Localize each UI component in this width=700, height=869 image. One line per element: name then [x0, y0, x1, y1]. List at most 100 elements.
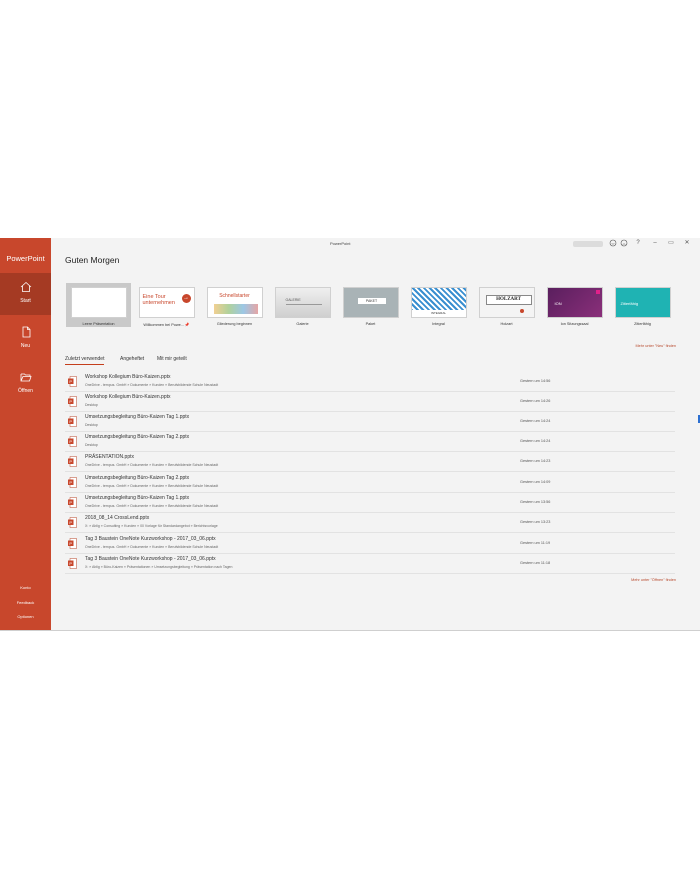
- account-name[interactable]: [573, 241, 603, 247]
- pptx-file-icon: P: [68, 416, 77, 427]
- template-thumbnail: GALERIE: [274, 287, 331, 318]
- frown-icon[interactable]: [620, 239, 628, 247]
- file-row[interactable]: P PRÄSENTATION.pptx OneDrive - tempus. G…: [65, 452, 675, 472]
- file-path: X: » Ablig » Consulting » Kunden » 00 Vo…: [85, 524, 218, 528]
- tab-pinned[interactable]: Angeheftet: [120, 356, 144, 362]
- template-zitierfahig[interactable]: Zitierfähig Zitierfähig: [610, 287, 675, 326]
- greeting: Guten Morgen: [65, 255, 120, 265]
- svg-text:P: P: [69, 561, 72, 566]
- file-row[interactable]: P Umsetzungsbegleitung Büro-Kaizen Tag 1…: [65, 493, 675, 513]
- svg-text:P: P: [69, 500, 72, 505]
- template-integral[interactable]: INTEGRAL Integral: [406, 287, 471, 326]
- svg-text:P: P: [69, 459, 72, 464]
- pptx-file-icon: P: [68, 456, 77, 467]
- pptx-file-icon: P: [68, 376, 77, 387]
- powerpoint-window: PowerPoint Start Neu Öffnen Konto Feedba…: [0, 238, 700, 631]
- file-name: Umsetzungsbegleitung Büro-Kaizen Tag 1.p…: [85, 414, 190, 420]
- sidebar: PowerPoint Start Neu Öffnen Konto Feedba…: [0, 238, 51, 630]
- template-label: Ion Sitzungssaal: [560, 322, 589, 326]
- pptx-file-icon: P: [68, 477, 77, 488]
- template-thumbnail: HOLZART: [478, 287, 535, 318]
- file-name: Umsetzungsbegleitung Büro-Kaizen Tag 2.p…: [85, 434, 190, 440]
- file-time: Gestern um 14:24: [520, 439, 551, 443]
- home-icon: [20, 281, 31, 292]
- template-outline[interactable]: Schnellstarter Gliederung beginnen: [202, 287, 267, 326]
- svg-text:P: P: [69, 379, 72, 384]
- sidebar-item-neu[interactable]: Neu: [0, 326, 51, 349]
- more-files-link[interactable]: Mehr unter "Öffnen" finden: [631, 578, 676, 582]
- template-holzart[interactable]: HOLZART Holzart: [474, 287, 539, 326]
- tab-shared[interactable]: Mit mir geteilt: [157, 356, 187, 362]
- restore-icon[interactable]: ▭: [667, 239, 675, 247]
- file-row[interactable]: P Umsetzungsbegleitung Büro-Kaizen Tag 2…: [65, 473, 675, 493]
- pptx-file-icon: P: [68, 517, 77, 528]
- file-name: 2018_08_14 CrossLend.pptx: [85, 515, 150, 521]
- file-row[interactable]: P Umsetzungsbegleitung Büro-Kaizen Tag 2…: [65, 432, 675, 452]
- template-thumbnail: [70, 287, 127, 318]
- svg-text:P: P: [69, 520, 72, 525]
- file-row[interactable]: P Workshop Kollegium Büro-Kaizen.pptx De…: [65, 392, 675, 412]
- file-path: OneDrive - tempus. GmbH » Dokumente » Ku…: [85, 463, 219, 467]
- template-label: Zitierfähig: [634, 322, 651, 326]
- minimize-icon[interactable]: –: [651, 239, 659, 247]
- app-name: PowerPoint: [6, 254, 45, 263]
- file-name: Tag 3 Baustein OneNote Kurzworkshop - 20…: [85, 536, 216, 542]
- file-name: Workshop Kollegium Büro-Kaizen.pptx: [85, 394, 171, 400]
- template-ion[interactable]: ION Ion Sitzungssaal: [542, 287, 607, 326]
- pptx-file-icon: P: [68, 396, 77, 407]
- sidebar-item-start[interactable]: Start: [0, 273, 51, 315]
- pptx-file-icon: P: [68, 436, 77, 447]
- file-time: Gestern um 14:09: [520, 480, 551, 484]
- help-icon[interactable]: ?: [634, 239, 642, 247]
- svg-text:P: P: [69, 541, 72, 546]
- sidebar-item-label: Neu: [20, 343, 31, 349]
- file-path: OneDrive - tempus. GmbH » Dokumente » Ku…: [85, 484, 219, 488]
- smiley-icon[interactable]: [609, 239, 617, 247]
- svg-text:P: P: [69, 399, 72, 404]
- file-row[interactable]: P 2018_08_14 CrossLend.pptx X: » Ablig »…: [65, 513, 675, 533]
- sidebar-item-label: Öffnen: [18, 388, 33, 394]
- svg-text:P: P: [69, 439, 72, 444]
- folder-open-icon: [20, 373, 32, 382]
- template-label: Gliederung beginnen: [216, 322, 253, 326]
- file-row[interactable]: P Workshop Kollegium Büro-Kaizen.pptx On…: [65, 372, 675, 392]
- file-row[interactable]: P Tag 3 Baustein OneNote Kurzworkshop - …: [65, 534, 675, 554]
- more-templates-link[interactable]: Mehr unter "Neu" finden: [636, 344, 676, 348]
- pptx-file-icon: P: [68, 497, 77, 508]
- file-path: OneDrive - tempus. GmbH » Dokumente » Ku…: [85, 545, 219, 549]
- file-name: Umsetzungsbegleitung Büro-Kaizen Tag 2.p…: [85, 475, 190, 481]
- pptx-file-icon: P: [68, 558, 77, 569]
- file-row[interactable]: P Umsetzungsbegleitung Büro-Kaizen Tag 1…: [65, 412, 675, 432]
- svg-text:P: P: [69, 480, 72, 485]
- file-time: Gestern um 13:56: [520, 500, 551, 504]
- template-label: Leere Präsentation: [82, 322, 115, 326]
- file-path: X: » Ablig » Büro-Kaizen » Präsentatione…: [85, 565, 233, 569]
- pptx-file-icon: P: [68, 538, 77, 549]
- file-path: Desktop: [85, 403, 98, 407]
- template-thumbnail: Schnellstarter: [206, 287, 263, 318]
- file-row[interactable]: P Tag 3 Baustein OneNote Kurzworkshop - …: [65, 554, 675, 574]
- template-paket[interactable]: PAKET Paket: [338, 287, 403, 326]
- tab-recent[interactable]: Zuletzt verwendet: [65, 356, 105, 365]
- file-path: Desktop: [85, 443, 98, 447]
- window-title: PowerPoint: [330, 241, 351, 246]
- template-tour[interactable]: Eine Tour unternehmen → Willkommen bei P…: [134, 287, 199, 327]
- sidebar-link-konto[interactable]: Konto: [0, 585, 51, 590]
- sidebar-item-offnen[interactable]: Öffnen: [0, 371, 51, 394]
- close-icon[interactable]: ✕: [683, 239, 691, 247]
- template-thumbnail: ION: [546, 287, 603, 318]
- sidebar-link-optionen[interactable]: Optionen: [0, 614, 51, 619]
- template-label: Willkommen bei Powe... 📌: [143, 323, 190, 327]
- file-path: Desktop: [85, 423, 98, 427]
- file-time: Gestern um 14:24: [520, 419, 551, 423]
- pin-icon: 📌: [184, 323, 190, 327]
- file-time: Gestern um 14:56: [520, 379, 551, 383]
- template-galerie[interactable]: GALERIE Galerie: [270, 287, 335, 326]
- file-name: PRÄSENTATION.pptx: [85, 454, 134, 460]
- template-blank[interactable]: Leere Präsentation: [66, 283, 131, 327]
- sidebar-item-label: Start: [20, 298, 31, 304]
- new-document-icon: [22, 326, 30, 338]
- file-name: Tag 3 Baustein OneNote Kurzworkshop - 20…: [85, 556, 216, 562]
- file-time: Gestern um 11:18: [520, 561, 551, 565]
- sidebar-link-feedback[interactable]: Feedback: [0, 600, 51, 605]
